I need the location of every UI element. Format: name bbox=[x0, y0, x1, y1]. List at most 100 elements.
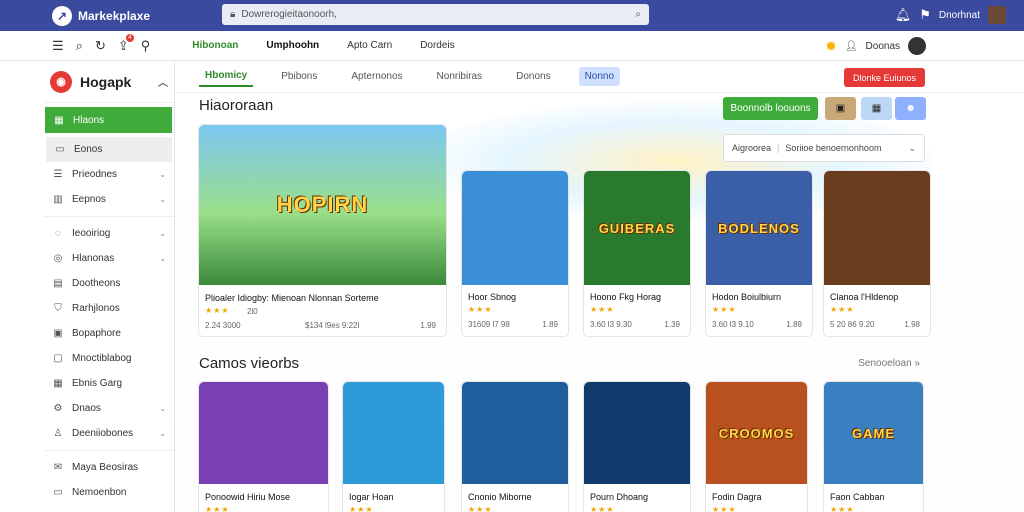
sidebar-header[interactable]: ◉ Hogapk ︿ bbox=[44, 61, 174, 103]
tab-0[interactable]: Hibonoan bbox=[188, 37, 242, 54]
user-icon[interactable]: ☻ bbox=[895, 97, 926, 120]
game-thumbnail: BODLENOS bbox=[706, 171, 812, 285]
game-card[interactable]: Pourn Dhoang ★★★ bbox=[583, 381, 691, 512]
sidebar-item-3[interactable]: ▥ Eepnos ⌄ bbox=[44, 187, 174, 212]
avatar[interactable] bbox=[988, 6, 1006, 24]
upload-icon[interactable]: ⇪ 4 bbox=[118, 33, 134, 54]
sidebar-item-label: Maya Beosiras bbox=[72, 462, 139, 473]
game-card[interactable]: Cnonio Miborne ★★★ bbox=[461, 381, 569, 512]
sidebar-item-0[interactable]: ▦ Hlaons bbox=[45, 107, 172, 133]
subtab-4[interactable]: Donons bbox=[510, 67, 556, 86]
sidebar-item-label: Eepnos bbox=[72, 194, 106, 205]
game-card[interactable]: BODLENOS Hodon Boiulbiurn ★★★ 3.60 l3 9.10 1… bbox=[705, 170, 813, 337]
rating-stars: ★★★ bbox=[590, 505, 615, 512]
sidebar-item-14[interactable]: ▭ Nemoenbon bbox=[44, 480, 174, 505]
game-thumbnail: GUIBERAS bbox=[584, 171, 690, 285]
game-card[interactable]: Ponoowid Hiriu Mose ★★★ bbox=[198, 381, 329, 512]
marketplace-logo-icon: ↗ bbox=[52, 5, 72, 26]
subtab-1[interactable]: Pbibons bbox=[275, 67, 323, 86]
sidebar-item-label: Nemoenbon bbox=[72, 487, 127, 498]
link-icon[interactable]: ⚲ bbox=[141, 38, 151, 54]
chevron-down-icon[interactable]: ⌄ bbox=[159, 429, 166, 438]
sidebar-item-1[interactable]: ▭ Eonos bbox=[46, 137, 172, 162]
rating-stars: ★★★ bbox=[468, 505, 493, 512]
sidebar-item-7[interactable]: ⛉ Rarhjlonos bbox=[44, 296, 174, 321]
game-card[interactable]: GUIBERAS Hoono Fkg Horag ★★★ 3.60 l3 9.30 1.… bbox=[583, 170, 691, 337]
user-icon[interactable]: 👤︎ bbox=[845, 41, 858, 52]
chevron-down-icon[interactable]: ⌄ bbox=[159, 195, 166, 204]
game-name: Ponoowid Hiriu Mose bbox=[205, 492, 291, 502]
sidebar-item-11[interactable]: ⚙ Dnaos ⌄ bbox=[44, 396, 174, 421]
sidebar-item-label: Ieooiriog bbox=[72, 228, 111, 239]
user-name[interactable]: Dnorhnat bbox=[939, 10, 980, 21]
notification-icon[interactable]: 🔔︎ bbox=[895, 7, 912, 23]
refresh-icon[interactable]: ↻ bbox=[95, 38, 106, 54]
search-input[interactable]: Dowrerogieitaonoorh, bbox=[241, 9, 629, 20]
sort-dropdown[interactable]: Aigroorea | Soriioe benoernonhoom ⌄ bbox=[723, 134, 925, 162]
chevron-up-icon[interactable]: ︿ bbox=[158, 74, 168, 89]
sidebar-title: Hogapk bbox=[80, 73, 132, 90]
pin-icon: ◎ bbox=[53, 253, 63, 264]
rating-stars: ★★★ bbox=[712, 505, 737, 512]
thumbnail-title: HOPIRN bbox=[276, 192, 369, 217]
chevron-down-icon[interactable]: ⌄ bbox=[159, 229, 166, 238]
search-icon[interactable]: ⌕ bbox=[635, 9, 641, 20]
search-icon[interactable]: ⌕ bbox=[76, 38, 83, 54]
subtab-3[interactable]: Nonribiras bbox=[431, 67, 489, 86]
featured-game-card[interactable]: HOPIRN Plioaler Idiogby: Mienoan Nlonnan… bbox=[198, 124, 447, 337]
thumbnail-title: GAME bbox=[852, 425, 895, 441]
search-bar[interactable]: 🔒︎ Dowrerogieitaonoorh, ⌕ bbox=[222, 4, 649, 25]
subtab-0[interactable]: Hbomicy bbox=[199, 66, 254, 87]
sidebar-item-6[interactable]: ▤ Dootheons bbox=[44, 271, 174, 296]
green-action-button[interactable]: Boonnolb loouons bbox=[723, 97, 818, 120]
sidebar-item-8[interactable]: ▣ Bopaphore bbox=[44, 321, 174, 346]
rating-value: 2l0 bbox=[247, 307, 258, 316]
tab-1[interactable]: Umphoohn bbox=[262, 37, 323, 54]
rating-stars: ★★★ bbox=[349, 505, 374, 512]
sidebar-item-12[interactable]: ♙ Deeniiobones ⌄ bbox=[44, 421, 174, 446]
game-card[interactable]: Iogar Hoan ★★★ bbox=[342, 381, 445, 512]
sidebar-divider bbox=[44, 450, 174, 451]
sidebar-item-13[interactable]: ✉ Maya Beosiras bbox=[44, 455, 174, 480]
chevron-down-icon[interactable]: ⌄ bbox=[159, 170, 166, 179]
primary-action-button[interactable]: Dlonke Euiunos bbox=[844, 68, 925, 87]
game-thumbnail bbox=[199, 382, 328, 484]
game-card[interactable]: Hoor Sbnog ★★★ 31609 l7 98 1.89 bbox=[461, 170, 569, 337]
card-icon: ▭ bbox=[53, 487, 63, 498]
sidebar-item-4[interactable]: ◌ Ieooiriog ⌄ bbox=[44, 221, 174, 246]
chart-icon: ▥ bbox=[53, 194, 63, 205]
subtab-2[interactable]: Apternonos bbox=[345, 67, 408, 86]
avatar[interactable] bbox=[908, 37, 926, 55]
grid-icon[interactable]: ▦ bbox=[861, 97, 892, 120]
user-label[interactable]: Doonas bbox=[866, 41, 900, 52]
subtab-5[interactable]: Nonno bbox=[578, 67, 621, 86]
sidebar-item-2[interactable]: ☰ Prieodnes ⌄ bbox=[44, 162, 174, 187]
folder-icon: ▭ bbox=[55, 144, 65, 155]
game-card[interactable]: Clanoa l'Hldenop ★★★ 5 20 86 9.20 1.98 bbox=[823, 170, 931, 337]
chevron-down-icon[interactable]: ⌄ bbox=[159, 254, 166, 263]
sun-icon[interactable]: ✹ bbox=[825, 38, 837, 55]
image-icon[interactable]: ▣ bbox=[825, 97, 856, 120]
sidebar-item-9[interactable]: ▢ Mnoctiblabog bbox=[44, 346, 174, 371]
game-card[interactable]: CROOMOS Fodin Dagra ★★★ bbox=[705, 381, 808, 512]
settings-icon: ⚙ bbox=[53, 403, 63, 414]
game-name: Hodon Boiulbiurn bbox=[712, 292, 782, 302]
tab-2[interactable]: Apto Carn bbox=[343, 37, 396, 54]
sidebar-item-10[interactable]: ▦ Ebnis Garg bbox=[44, 371, 174, 396]
meta-info: 2.24 3000 bbox=[205, 321, 241, 330]
game-card[interactable]: GAME Faon Cabban ★★★ bbox=[823, 381, 924, 512]
tag-icon[interactable]: ⚑ bbox=[919, 7, 931, 23]
sidebar-item-label: Deeniiobones bbox=[72, 428, 134, 439]
rating-stars: ★★★ bbox=[590, 305, 615, 314]
menu-icon[interactable]: ☰ bbox=[52, 38, 64, 54]
lock-icon: 🔒︎ bbox=[230, 9, 236, 20]
tab-3[interactable]: Dordeis bbox=[416, 37, 458, 54]
sidebar-item-5[interactable]: ◎ Hlanonas ⌄ bbox=[44, 246, 174, 271]
see-all-link[interactable]: Senooeloan » bbox=[858, 358, 920, 369]
app-logo-icon: ◉ bbox=[50, 70, 72, 93]
brand-logo[interactable]: ↗ Markekplaxe bbox=[52, 5, 150, 26]
price: 1.98 bbox=[904, 320, 920, 329]
chevron-down-icon[interactable]: ⌄ bbox=[159, 404, 166, 413]
calendar-icon: ▦ bbox=[53, 378, 63, 389]
rating-stars: ★★★ bbox=[830, 505, 855, 512]
